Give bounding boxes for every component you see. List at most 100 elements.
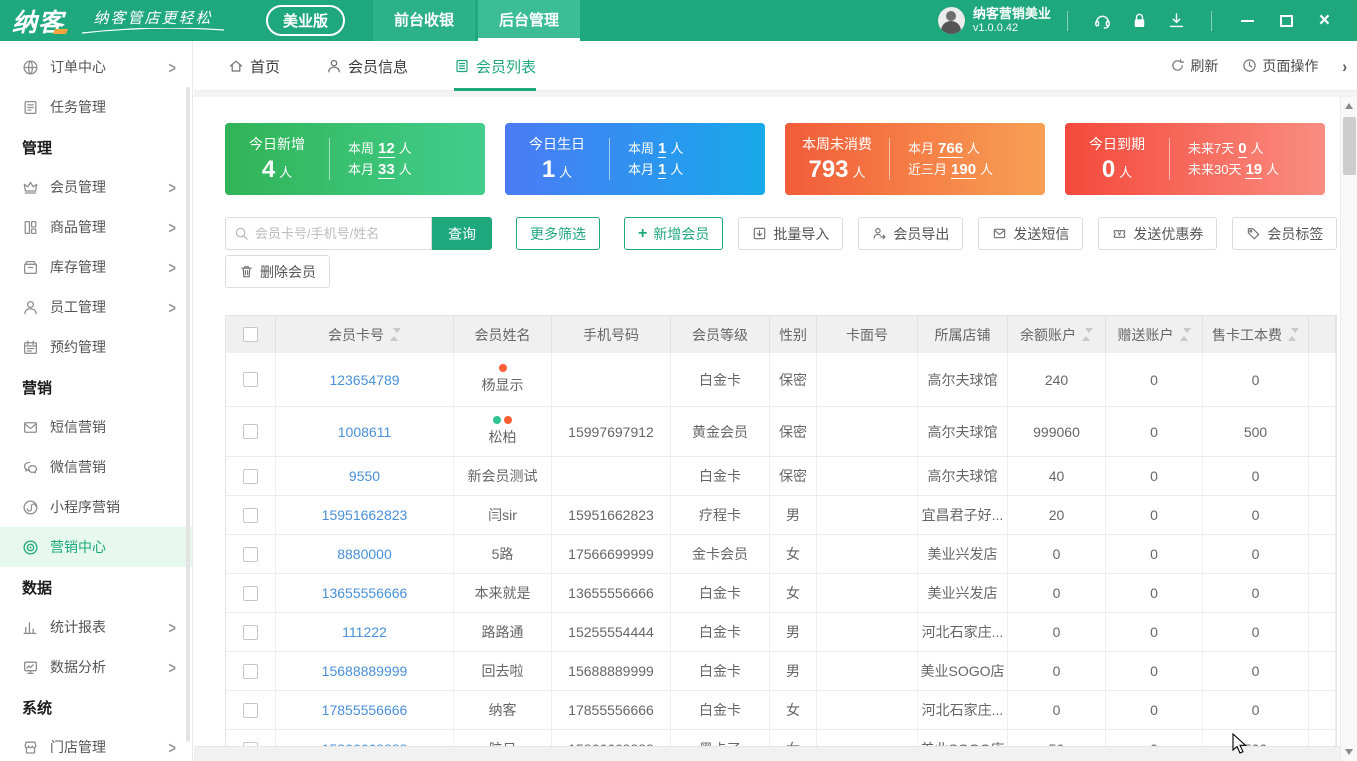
query-button[interactable]: 查询 [432, 217, 492, 250]
search-input[interactable] [255, 226, 423, 241]
tab-list[interactable]: 会员列表 [454, 41, 537, 91]
sort-icon[interactable] [1082, 327, 1093, 342]
column-header[interactable]: 赠送账户 [1106, 316, 1203, 353]
user-avatar[interactable] [937, 7, 965, 34]
column-header[interactable]: 会员卡号 [276, 316, 454, 353]
column-header[interactable]: 售卡工本费 [1203, 316, 1309, 353]
row-filler [1309, 535, 1336, 573]
member-card-link[interactable]: 17855556666 [276, 691, 454, 729]
sidebar-item[interactable]: 小程序营销 [0, 487, 192, 527]
member-store: 高尔夫球馆 [918, 407, 1008, 456]
sidebar-item[interactable]: 微信营销 [0, 447, 192, 487]
card-fee: 0 [1203, 652, 1309, 690]
row-checkbox[interactable] [226, 407, 276, 456]
sidebar-item[interactable]: 会员管理 > [0, 167, 192, 207]
row-checkbox[interactable] [226, 535, 276, 573]
delete-member-button[interactable]: 删除会员 [225, 255, 330, 288]
row-checkbox[interactable] [226, 691, 276, 729]
row-checkbox[interactable] [226, 353, 276, 406]
minimize-button[interactable] [1240, 19, 1254, 22]
row-checkbox[interactable] [226, 730, 276, 746]
member-gender: 女 [770, 574, 817, 612]
sort-icon[interactable] [1288, 327, 1299, 342]
send-coupon-button[interactable]: ¥ 发送优惠券 [1098, 217, 1218, 250]
row-checkbox[interactable] [226, 574, 276, 612]
close-button[interactable]: × [1319, 11, 1330, 30]
more-filter-button[interactable]: 更多筛选 [516, 217, 600, 250]
member-card-link[interactable]: 9550 [276, 457, 454, 495]
sidebar-item[interactable]: 预约管理 [0, 327, 192, 367]
trash-icon [239, 264, 254, 279]
member-gender: 男 [770, 652, 817, 690]
sidebar-item[interactable]: 订单中心 > [0, 47, 192, 87]
sidebar-item[interactable]: 门店管理 > [0, 727, 192, 761]
member-card-link[interactable]: 15951662823 [276, 496, 454, 534]
batch-import-button[interactable]: 批量导入 [738, 217, 844, 250]
sidebar-item[interactable]: 统计报表 > [0, 607, 192, 647]
sort-icon[interactable] [390, 327, 401, 342]
sidebar-scrollbar[interactable] [186, 87, 190, 742]
sidebar-item[interactable]: 任务管理 [0, 87, 192, 127]
card-face-number [817, 496, 918, 534]
sidebar-item-label: 预约管理 [50, 339, 106, 355]
card-face-number [817, 353, 918, 406]
scrollbar-thumb[interactable] [1343, 117, 1356, 175]
balance-account: 40 [1008, 457, 1106, 495]
member-card-link[interactable]: 123654789 [276, 353, 454, 406]
scroll-up-icon[interactable] [1345, 103, 1353, 109]
sidebar-item-label: 订单中心 [50, 59, 106, 75]
stat-value: 1人 [541, 156, 573, 183]
tab-home[interactable]: 首页 [228, 41, 280, 91]
card-face-number [817, 691, 918, 729]
member-card-link[interactable]: 111222 [276, 613, 454, 651]
sidebar-item[interactable]: 数据分析 > [0, 647, 192, 687]
member-card-link[interactable]: 13655556666 [276, 574, 454, 612]
row-checkbox[interactable] [226, 613, 276, 651]
member-export-button[interactable]: 会员导出 [858, 217, 964, 250]
maximize-button[interactable] [1279, 14, 1293, 27]
member-phone: 15688889999 [552, 652, 671, 690]
sidebar-item[interactable]: 库存管理 > [0, 247, 192, 287]
tab-member[interactable]: 会员信息 [326, 41, 408, 91]
row-filler [1309, 613, 1336, 651]
member-card-link[interactable]: 15866668888 [276, 730, 454, 746]
nav-back-management[interactable]: 后台管理 [478, 0, 581, 41]
nav-front-cashier[interactable]: 前台收银 [373, 0, 476, 41]
card-fee: 0 [1203, 353, 1309, 406]
row-checkbox[interactable] [226, 457, 276, 495]
member-name: 闫sir [454, 496, 552, 534]
scroll-down-icon[interactable] [1345, 749, 1353, 755]
sidebar-item[interactable]: 营销中心 [0, 527, 192, 567]
stat-detail: 本周 12 人 [348, 140, 412, 158]
member-gender: 男 [770, 496, 817, 534]
chevron-right-icon[interactable]: › [1342, 56, 1347, 75]
refresh-button[interactable]: 刷新 [1170, 56, 1218, 76]
horizontal-scrollbar[interactable] [194, 746, 1340, 761]
headset-icon[interactable] [1093, 11, 1112, 30]
vertical-scrollbar[interactable] [1340, 97, 1357, 761]
member-card-link[interactable]: 15688889999 [276, 652, 454, 690]
send-sms-button[interactable]: 发送短信 [978, 217, 1084, 250]
sidebar-item[interactable]: 员工管理 > [0, 287, 192, 327]
download-icon[interactable] [1167, 11, 1186, 30]
row-checkbox[interactable] [226, 496, 276, 534]
card-fee: 500 [1203, 407, 1309, 456]
member-gender: 女 [770, 691, 817, 729]
row-checkbox[interactable] [226, 652, 276, 690]
member-card-link[interactable]: 1008611 [276, 407, 454, 456]
lock-icon[interactable] [1130, 11, 1149, 30]
sort-icon[interactable] [1179, 327, 1191, 342]
page-operations-button[interactable]: 页面操作 [1242, 56, 1318, 76]
chart-icon [22, 619, 39, 636]
member-tag-button[interactable]: 会员标签 [1232, 217, 1338, 250]
member-name: 杨显示 [454, 353, 552, 406]
column-header[interactable]: 余额账户 [1008, 316, 1106, 353]
add-member-button[interactable]: + 新增会员 [624, 217, 724, 250]
sidebar-item[interactable]: 短信营销 [0, 407, 192, 447]
select-all-checkbox[interactable] [226, 316, 276, 353]
tab-label: 会员列表 [476, 58, 537, 76]
sidebar-item[interactable]: 商品管理 > [0, 207, 192, 247]
member-list-panel: 今日新增 4 人本周 12 人本月 33 人今日生日 1 人本周 1 人本月 1 人本周未消费 793 人本… [194, 97, 1340, 761]
gift-account: 0 [1106, 353, 1203, 406]
member-card-link[interactable]: 8880000 [276, 535, 454, 573]
